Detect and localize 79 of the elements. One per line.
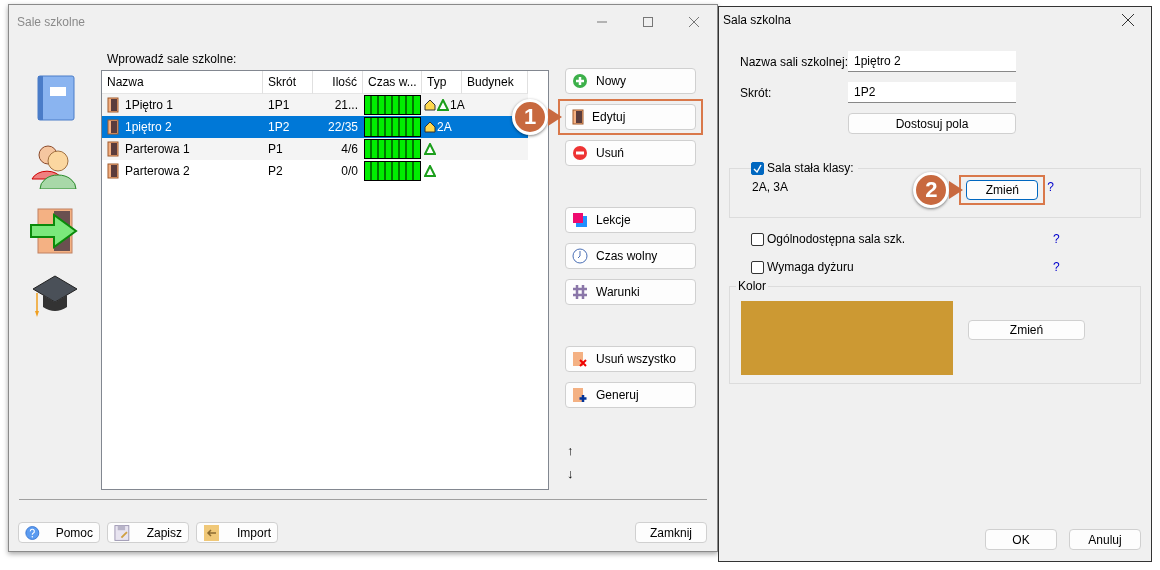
checkbox[interactable] [751, 260, 764, 274]
window-title: Sale szkolne [17, 15, 87, 29]
table-cell: 4/6 [341, 142, 358, 156]
action-button[interactable]: Czas wolny [565, 243, 696, 269]
table-cell: 21... [334, 98, 358, 112]
table-cell: Parterowa 1 [125, 142, 190, 156]
clock-icon [572, 248, 588, 264]
table-cell: 0/0 [341, 164, 358, 178]
text-field[interactable]: 1P2 [848, 82, 1016, 103]
action-button[interactable]: Lekcje [565, 207, 696, 233]
door-cross-icon [572, 351, 588, 367]
table-row[interactable]: Parterowa 1 P1 4/6 [102, 138, 528, 160]
field-label: Skrót: [740, 85, 773, 100]
action-button[interactable]: Warunki [565, 279, 696, 305]
action-button[interactable]: Nowy [565, 68, 696, 94]
plus-icon [572, 73, 588, 89]
move-up-arrow[interactable]: ↑ [567, 443, 717, 458]
help-link[interactable]: ? [1053, 232, 1060, 246]
dialog-button[interactable]: Anuluj [1069, 529, 1141, 550]
table-cell: Parterowa 2 [125, 164, 190, 178]
text-field[interactable]: 1piętro 2 [848, 51, 1016, 72]
book-icon [34, 75, 76, 121]
door-arrow-icon [30, 207, 80, 255]
dialog-title: Sala szkolna [723, 13, 793, 27]
table-cell: 2A [437, 120, 452, 134]
help-link[interactable]: ? [1053, 260, 1060, 274]
action-button[interactable]: Generuj [565, 382, 696, 408]
floppy-icon [114, 523, 131, 542]
triangle-icon [437, 99, 449, 111]
table-cell: P2 [268, 164, 283, 178]
house-icon [424, 99, 436, 111]
table-cell: 1piętro 2 [125, 120, 172, 134]
close-button[interactable]: Zamknij [635, 522, 707, 543]
adjust-button[interactable]: Dostosuj pola [848, 113, 1016, 134]
action-button[interactable]: Usuń [565, 140, 696, 166]
availability-bar [364, 161, 421, 181]
graduation-cap-icon [30, 273, 80, 319]
door-icon [572, 109, 584, 125]
footer-button[interactable]: Zapisz [107, 522, 189, 543]
action-button[interactable]: Usuń wszystko [565, 346, 696, 372]
availability-bar [364, 117, 421, 137]
move-down-arrow[interactable]: ↓ [567, 466, 717, 481]
help-link[interactable]: ? [1047, 180, 1054, 194]
table-cell: P1 [268, 142, 283, 156]
house-icon [424, 121, 436, 133]
squares-icon [572, 212, 588, 228]
door-icon [107, 97, 119, 113]
door-icon [107, 141, 119, 157]
minus-icon [572, 145, 588, 161]
table-cell: 1P2 [268, 120, 290, 134]
hash-icon [572, 284, 588, 300]
door-icon [107, 163, 119, 179]
help-icon [25, 523, 40, 542]
list-label: Wprowadź sale szkolne: [106, 52, 238, 66]
footer-button[interactable]: Pomoc [18, 522, 100, 543]
checkbox[interactable] [751, 232, 764, 246]
availability-bar [364, 95, 421, 115]
door-plus-icon [572, 387, 588, 403]
change-button[interactable]: Zmień [966, 180, 1039, 200]
dialog-button[interactable]: OK [985, 529, 1057, 550]
footer-button[interactable]: Import [196, 522, 278, 543]
triangle-icon [424, 143, 436, 155]
table-cell: 1A [450, 98, 465, 112]
table-cell: 22/35 [327, 120, 358, 134]
group-legend: Kolor [736, 279, 768, 293]
door-icon [107, 119, 119, 135]
class-list: 2A, 3A [752, 180, 789, 194]
checkbox-label: Ogólnodostępna sala szk. [767, 232, 906, 246]
action-button[interactable]: Edytuj [565, 104, 696, 130]
field-label: Nazwa sali szkolnej: [740, 54, 848, 69]
checkbox[interactable] [751, 161, 764, 175]
table-cell: 1Piętro 1 [125, 98, 174, 112]
table-cell: 1P1 [268, 98, 290, 112]
change-color-button[interactable]: Zmień [968, 320, 1085, 340]
checkbox-label: Wymaga dyżuru [767, 260, 854, 274]
import-icon [203, 523, 221, 542]
checkbox-label: Sala stała klasy: [767, 161, 854, 175]
availability-bar [364, 139, 421, 159]
triangle-icon [424, 165, 436, 177]
